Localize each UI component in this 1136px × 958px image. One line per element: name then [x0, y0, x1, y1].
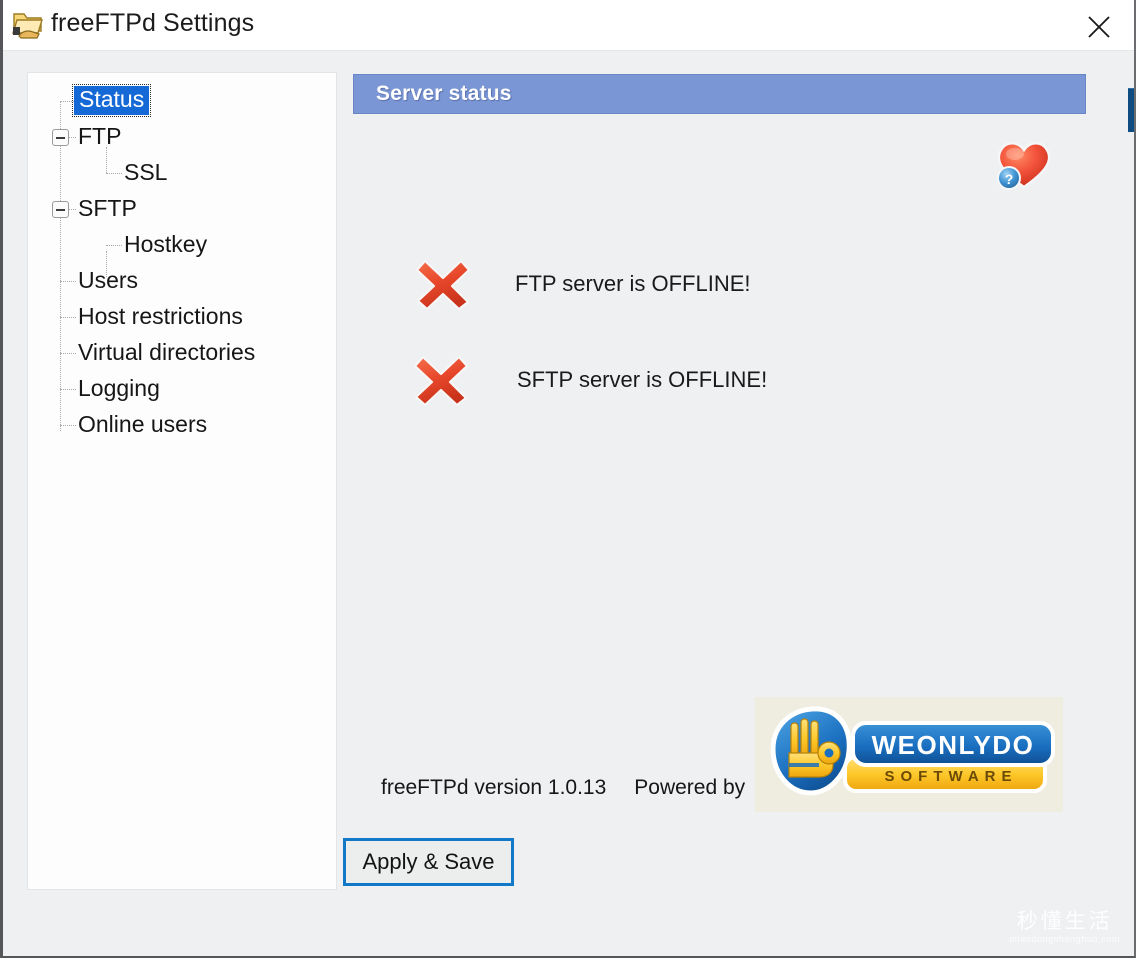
sidebar-item-label: Logging: [78, 374, 160, 401]
sidebar-item-host-restrictions[interactable]: Host restrictions: [78, 301, 243, 331]
tree-connector-line: [60, 389, 76, 390]
sftp-status-row: SFTP server is OFFLINE!: [409, 349, 767, 411]
heart-help-icon[interactable]: ?: [991, 134, 1057, 196]
expander-sftp[interactable]: [52, 201, 69, 218]
sidebar-item-label: Host restrictions: [78, 302, 243, 329]
sidebar-item-status[interactable]: Status: [71, 83, 152, 117]
tree-connector-line: [60, 317, 76, 318]
sidebar-item-sftp[interactable]: SFTP: [78, 193, 137, 223]
watermark-sub-text: miaodongshenghuo.com: [1009, 934, 1120, 944]
sidebar-item-virtual-directories[interactable]: Virtual directories: [78, 337, 255, 367]
weonlydo-logo-icon[interactable]: SOFTWARE WEONLYDO: [755, 697, 1063, 812]
logo-tagline: SOFTWARE: [885, 768, 1018, 785]
tree-connector-line: [60, 425, 76, 426]
sidebar-item-hostkey[interactable]: Hostkey: [124, 229, 207, 259]
close-icon: [1088, 16, 1110, 38]
tree-connector-line: [106, 173, 122, 174]
svg-text:?: ?: [1005, 171, 1014, 187]
tree-connector-line: [60, 353, 76, 354]
sidebar-item-label: FTP: [78, 122, 122, 149]
sidebar-item-label: SSL: [124, 158, 168, 185]
version-label: freeFTPd version 1.0.13: [381, 776, 607, 799]
ftp-status-label: FTP server is OFFLINE!: [515, 271, 751, 296]
version-footer: freeFTPd version 1.0.13 Powered by: [381, 768, 745, 808]
apply-and-save-button[interactable]: Apply & Save: [343, 838, 514, 886]
sidebar-item-logging[interactable]: Logging: [78, 373, 160, 403]
sidebar-item-label: Hostkey: [124, 230, 208, 257]
settings-tree-panel[interactable]: Status FTP SSL SFTP Hostkey Users Host r…: [27, 72, 337, 890]
red-x-icon: [409, 349, 473, 411]
sidebar-item-users[interactable]: Users: [78, 265, 138, 295]
sidebar-item-online-users[interactable]: Online users: [78, 409, 207, 439]
section-header: Server status: [353, 74, 1086, 114]
tree-connector-line: [60, 281, 76, 282]
sftp-status-label: SFTP server is OFFLINE!: [517, 367, 768, 392]
close-button[interactable]: [1070, 0, 1128, 50]
ftp-status-row: FTP server is OFFLINE!: [411, 253, 751, 315]
title-bar: freeFTPd Settings: [3, 0, 1134, 51]
sidebar-item-label: Users: [78, 266, 139, 293]
sidebar-item-ssl[interactable]: SSL: [124, 157, 167, 187]
sidebar-item-label: SFTP: [78, 194, 137, 221]
expander-ftp[interactable]: [52, 129, 69, 146]
logo-brand: WEONLYDO: [872, 730, 1035, 760]
sidebar-item-label: Online users: [78, 410, 208, 437]
background-window-edge: [1128, 88, 1134, 132]
tree-connector-line: [106, 245, 122, 246]
sidebar-item-label: Status: [71, 83, 152, 117]
sidebar-item-label: Virtual directories: [78, 338, 256, 365]
sidebar-item-ftp[interactable]: FTP: [78, 121, 121, 151]
powered-by-label: Powered by: [634, 776, 746, 799]
watermark-main-text: 秒懂生活: [1016, 909, 1113, 933]
section-header-label: Server status: [376, 82, 512, 105]
freeftpd-settings-window: freeFTPd Settings Status FTP SSL SFTP Ho…: [0, 0, 1136, 958]
window-title: freeFTPd Settings: [51, 9, 255, 37]
watermark: 秒懂生活 miaodongshenghuo.com: [1009, 910, 1120, 944]
red-x-icon: [411, 253, 475, 315]
shared-folder-icon: [11, 9, 45, 41]
tree-connector-line: [60, 101, 61, 431]
